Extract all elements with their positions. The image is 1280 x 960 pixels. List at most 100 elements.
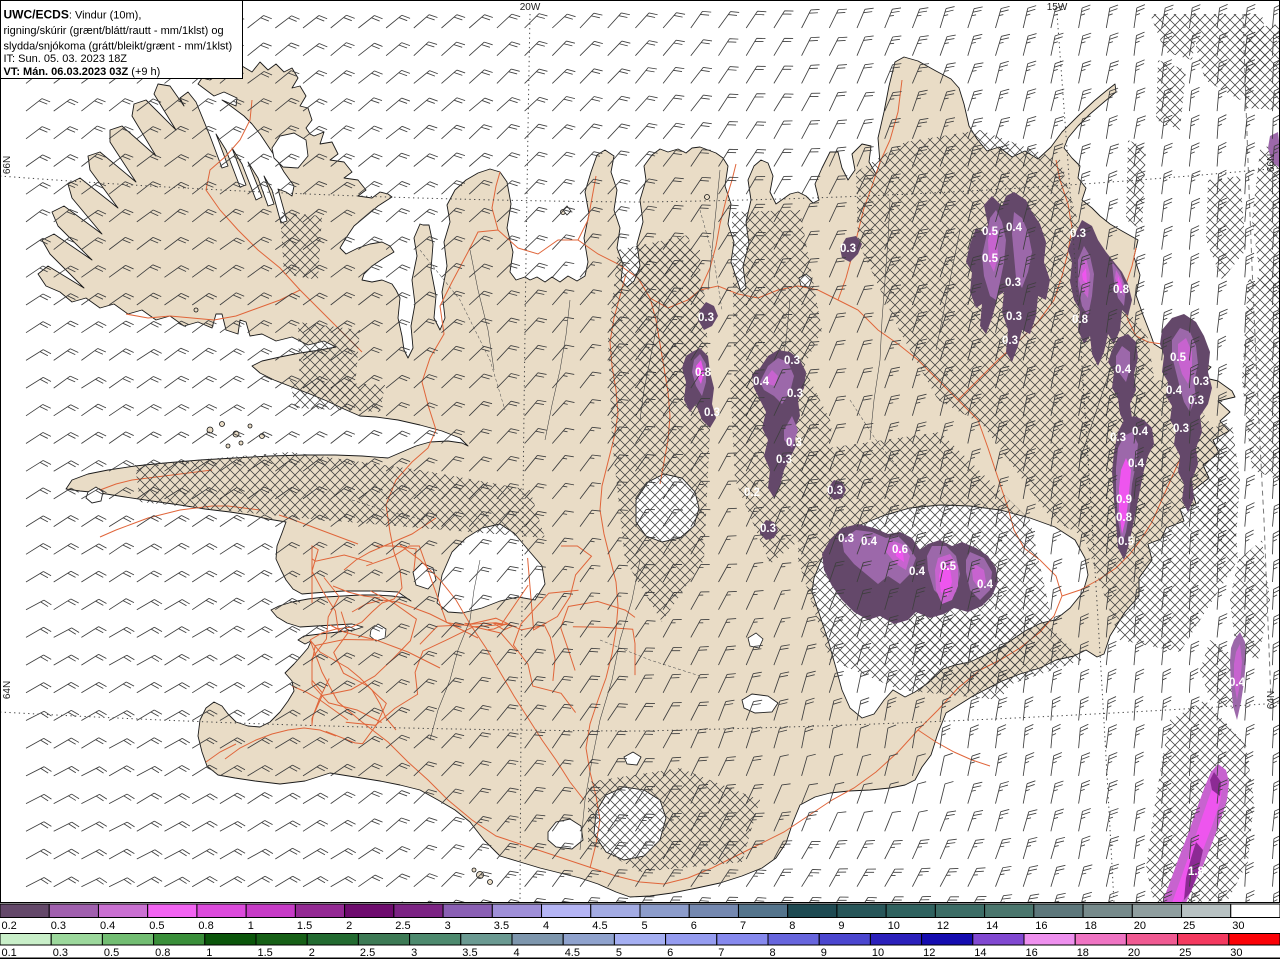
svg-text:0.3: 0.3 <box>53 947 68 959</box>
svg-text:0.4: 0.4 <box>1229 677 1246 689</box>
svg-text:5: 5 <box>642 920 648 932</box>
svg-text:8: 8 <box>770 947 776 959</box>
svg-text:0.3: 0.3 <box>1110 432 1126 444</box>
svg-text:0.5: 0.5 <box>1118 536 1135 548</box>
svg-text:0.3: 0.3 <box>1002 335 1018 347</box>
svg-text:20: 20 <box>1134 920 1146 932</box>
svg-text:0.4: 0.4 <box>1166 385 1183 397</box>
svg-text:7: 7 <box>740 920 746 932</box>
svg-text:0.3: 0.3 <box>838 533 854 545</box>
svg-text:0.8: 0.8 <box>1072 314 1089 326</box>
svg-text:66N: 66N <box>1266 154 1277 172</box>
svg-text:0.8: 0.8 <box>155 947 170 959</box>
svg-text:0.3: 0.3 <box>784 355 800 367</box>
svg-text:14: 14 <box>986 920 998 932</box>
svg-text:30: 30 <box>1230 947 1242 959</box>
svg-text:0.3: 0.3 <box>1006 311 1022 323</box>
svg-text:0.3: 0.3 <box>1188 395 1204 407</box>
svg-text:18: 18 <box>1077 947 1089 959</box>
svg-text:0.6: 0.6 <box>892 544 908 556</box>
svg-text:6: 6 <box>691 920 697 932</box>
svg-text:3: 3 <box>411 947 417 959</box>
svg-text:0.3: 0.3 <box>787 388 803 400</box>
svg-text:0.2: 0.2 <box>2 920 17 932</box>
svg-text:0.3: 0.3 <box>760 523 776 535</box>
svg-text:8: 8 <box>789 920 795 932</box>
svg-text:0.8: 0.8 <box>1113 284 1130 296</box>
svg-text:0.3: 0.3 <box>1070 228 1086 240</box>
svg-text:0.3: 0.3 <box>698 312 714 324</box>
svg-text:16: 16 <box>1026 947 1038 959</box>
svg-text:rigning/skúrir (grænt/blátt/ra: rigning/skúrir (grænt/blátt/rautt - mm/1… <box>4 25 224 37</box>
svg-text:0.4: 0.4 <box>909 566 926 578</box>
svg-text:0.4: 0.4 <box>977 579 994 591</box>
svg-text:0.8: 0.8 <box>198 920 213 932</box>
svg-text:0.8: 0.8 <box>695 367 712 379</box>
svg-text:0.3: 0.3 <box>51 920 66 932</box>
svg-text:9: 9 <box>821 947 827 959</box>
svg-text:30: 30 <box>1232 920 1244 932</box>
svg-text:0.4: 0.4 <box>1115 364 1132 376</box>
svg-text:0.3: 0.3 <box>786 437 802 449</box>
svg-text:0.4: 0.4 <box>861 536 878 548</box>
svg-text:4.5: 4.5 <box>592 920 607 932</box>
svg-text:15W: 15W <box>1047 2 1068 13</box>
svg-text:10: 10 <box>872 947 884 959</box>
svg-text:2: 2 <box>309 947 315 959</box>
svg-text:0.5: 0.5 <box>982 226 999 238</box>
svg-text:0.3: 0.3 <box>704 407 720 419</box>
svg-text:25: 25 <box>1183 920 1195 932</box>
svg-text:0.4: 0.4 <box>1006 222 1023 234</box>
svg-text:slydda/snjókoma (grátt/bleikt/: slydda/snjókoma (grátt/bleikt/grænt - mm… <box>4 41 233 53</box>
svg-text:0.3: 0.3 <box>840 243 856 255</box>
svg-text:0.2: 0.2 <box>744 487 760 499</box>
svg-text:16: 16 <box>1035 920 1047 932</box>
svg-text:3.5: 3.5 <box>494 920 509 932</box>
svg-text:0.5: 0.5 <box>982 253 999 265</box>
svg-text:1: 1 <box>248 920 254 932</box>
svg-text:1.5: 1.5 <box>258 947 273 959</box>
svg-text:0.4: 0.4 <box>1132 426 1149 438</box>
svg-text:VT: Mán. 06.03.2023 03Z (+9 h): VT: Mán. 06.03.2023 03Z (+9 h) <box>4 66 161 78</box>
svg-text:12: 12 <box>923 947 935 959</box>
svg-text:0.5: 0.5 <box>940 561 957 573</box>
svg-text:2.5: 2.5 <box>395 920 410 932</box>
svg-text:0.4: 0.4 <box>1128 458 1145 470</box>
svg-text:0.4: 0.4 <box>753 376 770 388</box>
svg-text:0.3: 0.3 <box>827 485 843 497</box>
svg-text:0.4: 0.4 <box>100 920 115 932</box>
svg-text:0.5: 0.5 <box>149 920 164 932</box>
svg-text:3: 3 <box>445 920 451 932</box>
svg-text:4.5: 4.5 <box>565 947 580 959</box>
svg-text:64N: 64N <box>2 681 13 699</box>
svg-text:0.1: 0.1 <box>2 947 17 959</box>
svg-text:1: 1 <box>206 947 212 959</box>
svg-text:18: 18 <box>1085 920 1097 932</box>
svg-text:20W: 20W <box>520 2 541 13</box>
svg-text:14: 14 <box>974 947 986 959</box>
svg-text:UWC/ECDS: Vindur (10m),: UWC/ECDS: Vindur (10m), <box>4 8 142 22</box>
svg-text:0.9: 0.9 <box>1116 494 1132 506</box>
svg-text:25: 25 <box>1179 947 1191 959</box>
svg-text:0.3: 0.3 <box>1173 423 1189 435</box>
svg-text:4: 4 <box>514 947 520 959</box>
svg-text:0.3: 0.3 <box>1005 277 1021 289</box>
svg-text:12: 12 <box>937 920 949 932</box>
svg-text:0.5: 0.5 <box>1170 352 1187 364</box>
svg-text:10: 10 <box>888 920 900 932</box>
svg-text:IT: Sun. 05. 03. 2023 18Z: IT: Sun. 05. 03. 2023 18Z <box>4 53 128 65</box>
svg-text:1.8: 1.8 <box>1188 866 1205 878</box>
svg-text:0.3: 0.3 <box>776 454 792 466</box>
svg-text:4: 4 <box>543 920 549 932</box>
svg-text:6: 6 <box>667 947 673 959</box>
svg-text:64N: 64N <box>1266 691 1277 709</box>
svg-text:3.5: 3.5 <box>462 947 477 959</box>
svg-text:9: 9 <box>838 920 844 932</box>
svg-text:20: 20 <box>1128 947 1140 959</box>
svg-text:5: 5 <box>616 947 622 959</box>
svg-text:0.8: 0.8 <box>1116 512 1133 524</box>
svg-text:0.3: 0.3 <box>1193 376 1209 388</box>
svg-text:2: 2 <box>346 920 352 932</box>
svg-text:0.5: 0.5 <box>104 947 119 959</box>
svg-text:1.5: 1.5 <box>297 920 312 932</box>
